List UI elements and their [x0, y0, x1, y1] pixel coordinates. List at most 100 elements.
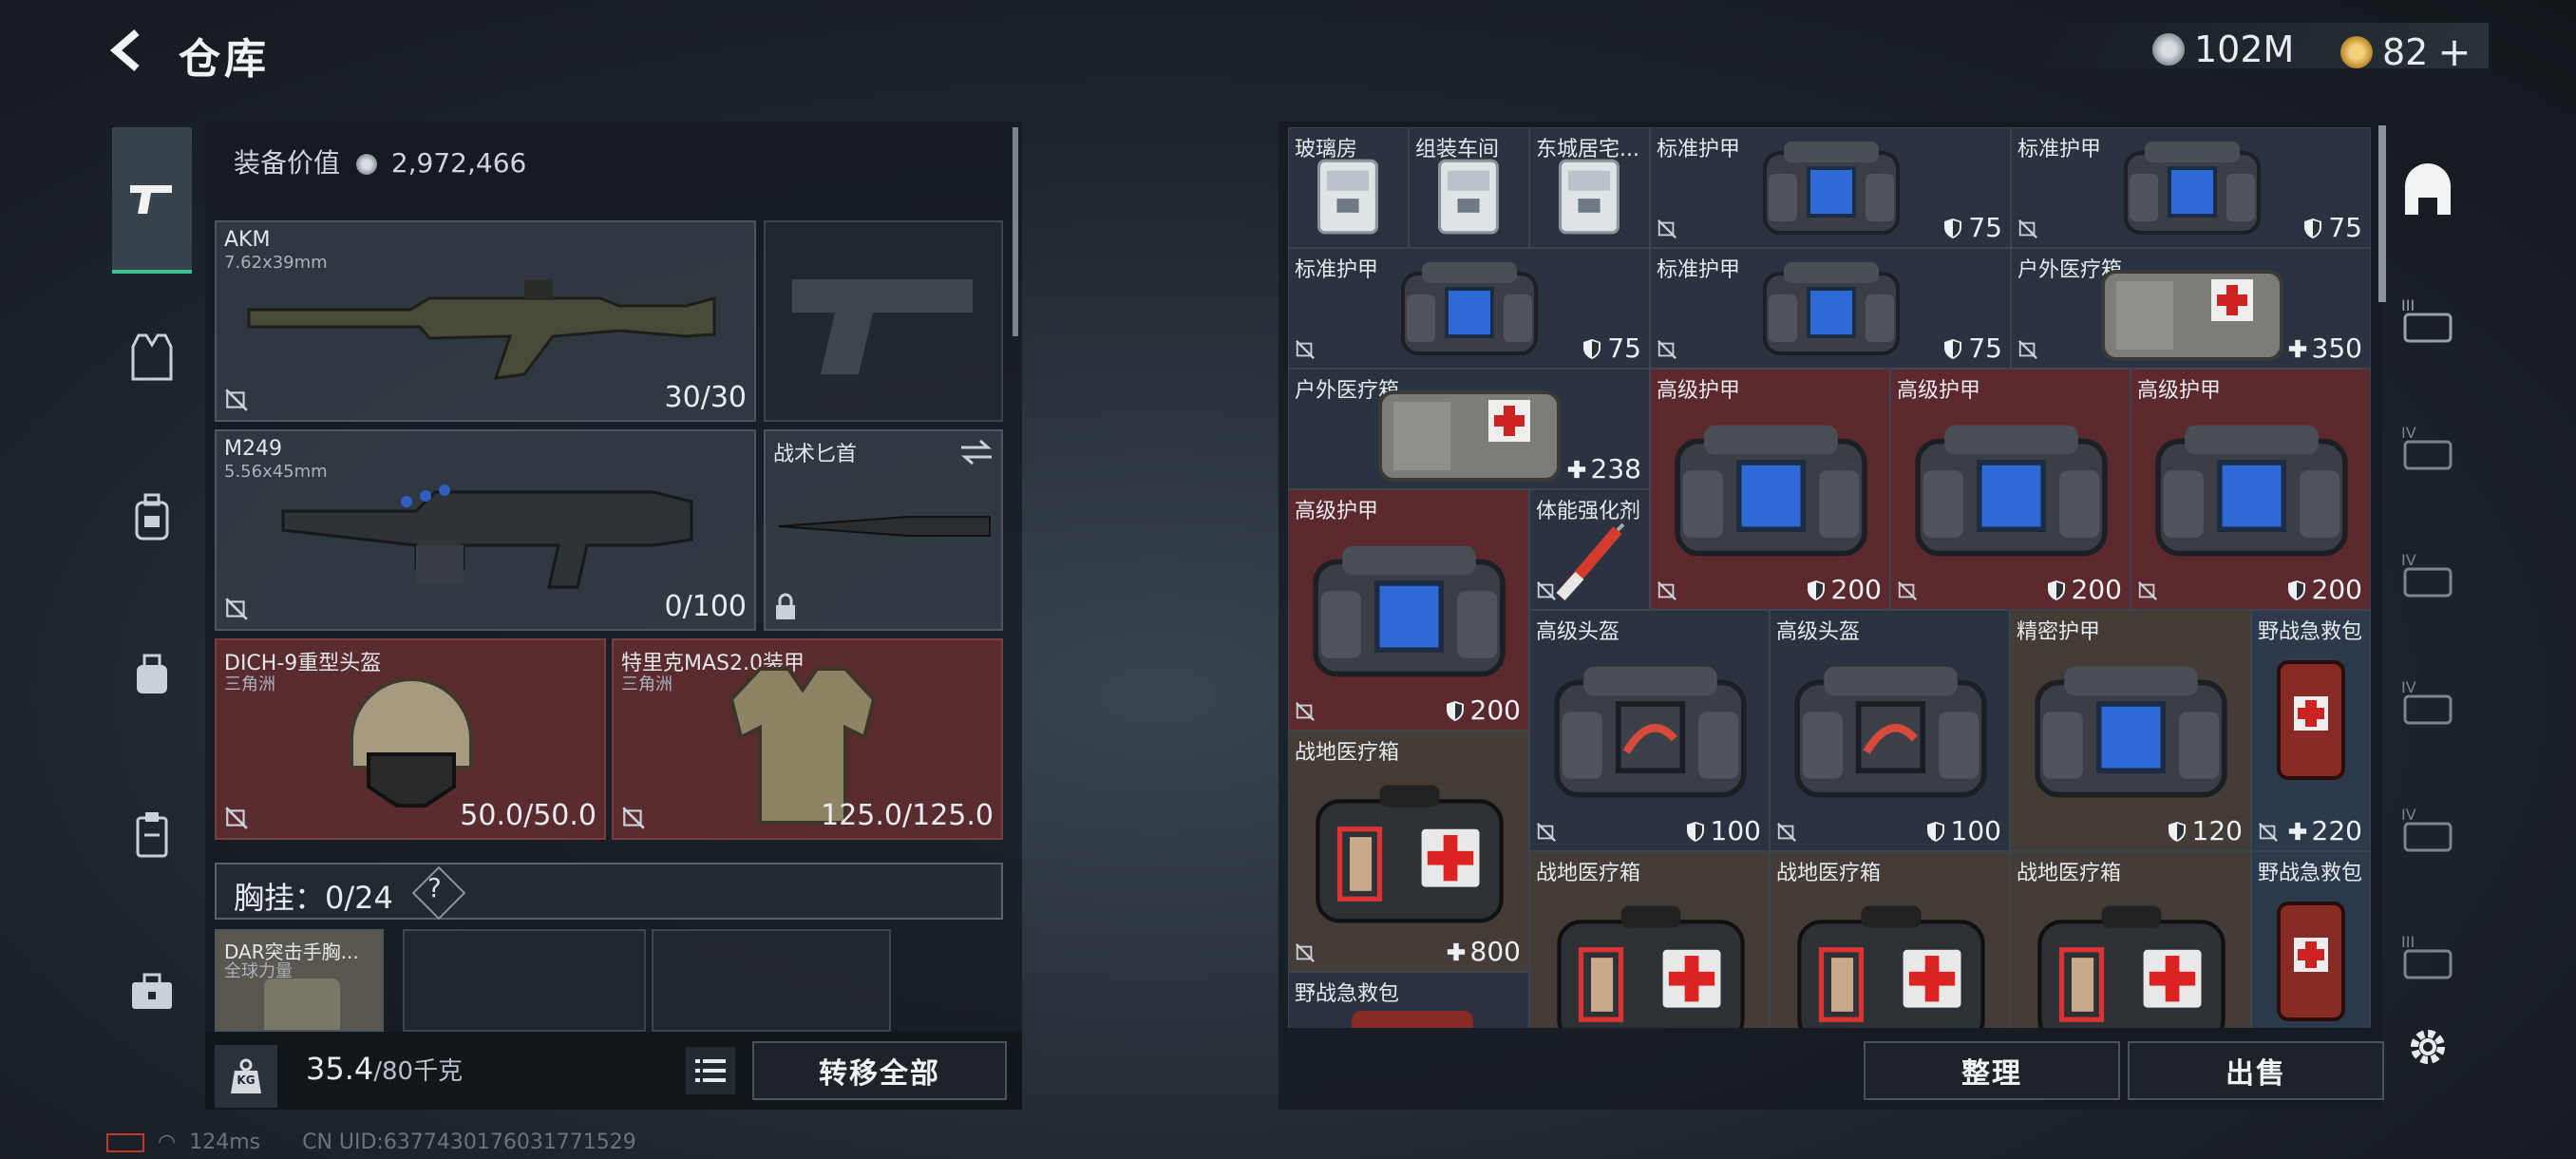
status-footer: ◠ 124ms CN UID:6377430176031771529: [106, 1130, 636, 1154]
item-cell[interactable]: 标准护甲 75: [2011, 127, 2371, 248]
item-cell[interactable]: 体能强化剂: [1529, 489, 1650, 610]
svg-text:III: III: [2401, 933, 2415, 951]
slot-body-armor[interactable]: 特里克MAS2.0装甲 三角洲 125.0/125.0: [612, 638, 1003, 840]
item-name: 精密护甲: [2017, 620, 2101, 644]
armor-value: 75: [1581, 332, 1641, 364]
item-cell[interactable]: 高级护甲 200: [1650, 369, 1890, 610]
equipment-value-amount: 2,972,466: [390, 147, 527, 179]
warehouse-tab[interactable]: [2394, 158, 2462, 226]
item-cell[interactable]: 野战急救包: [2251, 851, 2371, 1028]
item-cell[interactable]: 野战急救包: [1288, 972, 1529, 1028]
armor-value: 200: [1444, 694, 1521, 726]
item-cell[interactable]: 精密护甲 120: [2010, 610, 2251, 851]
storage-box-icon: IV: [2401, 806, 2453, 852]
item-cell[interactable]: 战地医疗箱 800: [1288, 731, 1529, 972]
item-name: 标准护甲: [1657, 258, 1741, 282]
item-cell[interactable]: 野战急救包 220: [2251, 610, 2371, 851]
weight-current: 35.4: [306, 1051, 374, 1087]
storage-box-icon: IV: [2401, 678, 2453, 725]
item-cell[interactable]: 东城居宅...: [1529, 127, 1650, 248]
sort-button[interactable]: 整理: [1864, 1041, 2120, 1100]
rail-toolbox[interactable]: [114, 954, 190, 1030]
slot-secondary-weapon[interactable]: M249 5.56x45mm 0/100: [215, 429, 756, 631]
chest-rig-empty-slot[interactable]: [403, 929, 646, 1032]
item-cell[interactable]: 标准护甲 75: [1650, 127, 2011, 248]
sell-button[interactable]: 出售: [2128, 1041, 2384, 1100]
keycard-image: [1432, 157, 1505, 237]
equipment-scrollbar[interactable]: [1013, 127, 1018, 336]
back-icon[interactable]: [104, 27, 152, 74]
slot-melee[interactable]: 战术匕首: [764, 429, 1003, 631]
storage-tab-4c[interactable]: IV: [2394, 667, 2462, 735]
slot-helmet[interactable]: DICH-9重型头盔 三角洲 50.0/50.0: [215, 638, 606, 840]
slot-origin: 三角洲: [621, 674, 672, 694]
item-cell[interactable]: 高级头盔 100: [1529, 610, 1770, 851]
storage-scrollbar[interactable]: [2378, 125, 2386, 302]
rail-armor[interactable]: [114, 319, 190, 395]
rail-backpack[interactable]: [114, 479, 190, 555]
help-mark: ?: [427, 872, 442, 903]
plus-icon[interactable]: +: [2437, 28, 2471, 75]
no-drop-icon: [2137, 580, 2158, 601]
storage-tab-4b[interactable]: IV: [2394, 540, 2462, 608]
item-cell[interactable]: 高级头盔 100: [1770, 610, 2010, 851]
item-cell[interactable]: 战地医疗箱: [1770, 851, 2010, 1028]
rail-container[interactable]: [114, 636, 190, 712]
storage-tab-3b[interactable]: III: [2394, 922, 2462, 990]
item-cell[interactable]: 高级护甲 200: [1288, 489, 1529, 731]
armor-value: 100: [1924, 815, 2001, 846]
item-cell[interactable]: 标准护甲 75: [1650, 248, 2011, 369]
armor-value: 100: [1684, 815, 1761, 846]
heal-icon: [2287, 338, 2308, 359]
item-cell[interactable]: 战地医疗箱: [2010, 851, 2251, 1028]
armor-value: 200: [2285, 574, 2362, 605]
rail-weapons[interactable]: [112, 127, 192, 274]
list-view-button[interactable]: [686, 1047, 735, 1094]
storage-tab-4a[interactable]: IV: [2394, 412, 2462, 481]
armor-value: 75: [1941, 332, 2002, 364]
item-cell[interactable]: 战地医疗箱: [1529, 851, 1770, 1028]
backpack-icon: [135, 493, 169, 541]
no-drop-icon: [621, 806, 646, 830]
medical-pouch-image: [1374, 383, 1564, 487]
chest-rig-slot[interactable]: DAR突击手胸... 全球力量: [215, 929, 384, 1032]
no-drop-icon: [1657, 218, 1677, 239]
silver-coin-icon: [355, 154, 377, 175]
rail-case[interactable]: [114, 796, 190, 872]
item-cell[interactable]: 玻璃房: [1288, 127, 1409, 248]
storage-grid: 玻璃房 组装车间 东城居宅... 标准护甲 75 标准护甲 75 标准护甲 75 标准…: [1288, 127, 2371, 1028]
transfer-all-button[interactable]: 转移全部: [752, 1041, 1007, 1100]
swap-icon[interactable]: [959, 439, 994, 466]
medical-pouch-image: [2097, 262, 2287, 367]
helmet-image: [350, 677, 473, 808]
weight-icon: KG: [215, 1045, 277, 1108]
armor-bag-image: [1904, 417, 2118, 564]
slot-primary-weapon[interactable]: AKM 7.62x39mm 30/30: [215, 220, 756, 422]
item-cell[interactable]: 户外医疗箱 238: [1288, 369, 1650, 489]
item-cell[interactable]: 高级护甲 200: [2131, 369, 2371, 610]
svg-text:IV: IV: [2401, 551, 2416, 569]
ammo-count: 0/100: [664, 590, 747, 623]
bunker-icon: [2405, 163, 2451, 215]
gold-coin-icon: [2340, 35, 2373, 68]
storage-tab-4d[interactable]: IV: [2394, 794, 2462, 863]
item-cell[interactable]: 户外医疗箱 350: [2011, 248, 2371, 369]
item-name: 高级护甲: [2137, 379, 2222, 403]
page-title: 仓库: [179, 35, 270, 84]
medical-box-image: [2032, 900, 2231, 1028]
item-name: 战地医疗箱: [2017, 862, 2122, 885]
case-icon: [136, 812, 168, 858]
slot-name: AKM: [224, 228, 271, 252]
item-cell[interactable]: 标准护甲 75: [1288, 248, 1650, 369]
first-aid-kit-image: [2273, 900, 2349, 1023]
item-cell[interactable]: 组装车间: [1409, 127, 1529, 248]
settings-button[interactable]: [2394, 1013, 2462, 1081]
slot-pistol-empty[interactable]: [764, 220, 1003, 422]
chest-rig-empty-slot[interactable]: [652, 929, 891, 1032]
item-name: 标准护甲: [1295, 258, 1379, 282]
durability: 125.0/125.0: [821, 799, 994, 832]
armor-value: 75: [2301, 212, 2362, 243]
item-cell[interactable]: 高级护甲 200: [1890, 369, 2131, 610]
silver-currency: 102M: [2152, 28, 2294, 70]
storage-tab-3[interactable]: III: [2394, 285, 2462, 353]
